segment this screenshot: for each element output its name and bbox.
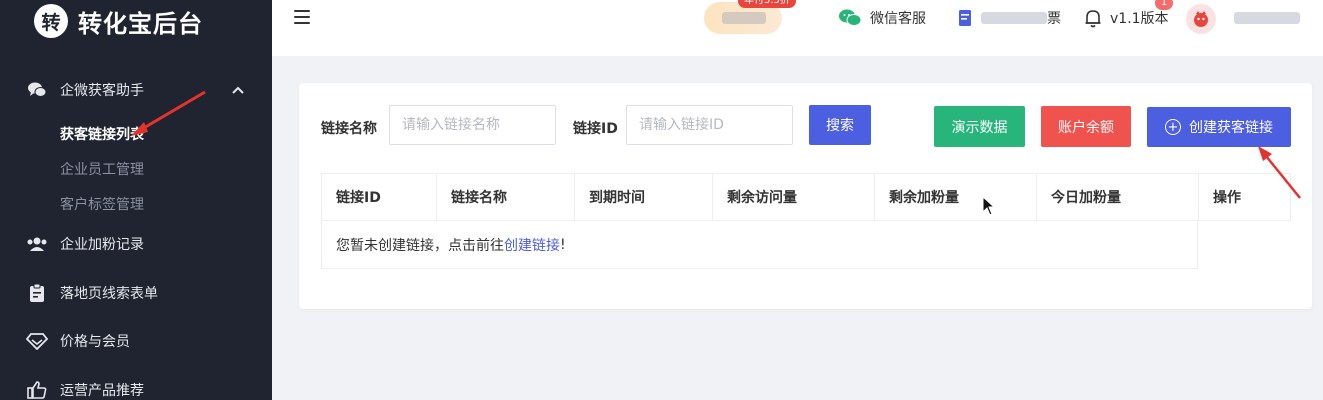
sidebar-item-tag-management[interactable]: 客户标签管理 — [60, 194, 144, 214]
users-icon — [26, 233, 48, 255]
table-header: 链接ID 链接名称 到期时间 剩余访问量 剩余加粉量 今日加粉量 操作 — [321, 173, 1291, 221]
wechat-icon — [838, 8, 862, 28]
wechat-service-link[interactable]: 微信客服 — [838, 8, 926, 28]
empty-message-suffix: ! — [560, 236, 566, 253]
create-link-button[interactable]: + 创建获客链接 — [1147, 107, 1291, 147]
sidebar-group-pricing[interactable]: 价格与会员 — [0, 323, 272, 359]
chevron-up-icon[interactable] — [232, 82, 244, 98]
version-link[interactable]: v1.1版本 — [1084, 8, 1169, 28]
sidebar-group-wecom-acquisition[interactable]: 企微获客助手 — [0, 72, 272, 108]
sidebar-item-staff-management[interactable]: 企业员工管理 — [60, 159, 144, 179]
blurred-invoice-text — [981, 12, 1047, 24]
version-label: v1.1版本 — [1110, 11, 1169, 27]
links-table: 链接ID 链接名称 到期时间 剩余访问量 剩余加粉量 今日加粉量 操作 您暂未创… — [321, 173, 1291, 269]
promo-badge: 年付5.5折 — [738, 0, 796, 8]
bell-icon — [1084, 8, 1102, 28]
link-id-label: 链接ID — [573, 121, 618, 137]
column-header: 链接ID — [322, 174, 437, 220]
create-link-shortcut[interactable]: 创建链接 — [504, 235, 560, 255]
empty-message: 您暂未创建链接，点击前往 — [336, 237, 504, 254]
links-card: 链接名称 链接ID 搜索 演示数据 账户余额 + 创建获客链接 链接ID 链接名… — [299, 83, 1312, 309]
create-link-label: 创建获客链接 — [1189, 120, 1273, 136]
brand-name: 转化宝后台 — [78, 9, 203, 38]
avatar[interactable] — [1186, 4, 1216, 34]
blurred-promo-text — [722, 12, 766, 24]
invoice-label-tail: 票 — [1047, 11, 1061, 27]
link-id-input[interactable] — [626, 105, 793, 145]
column-header: 操作 — [1213, 190, 1241, 206]
invoice-link[interactable]: 票 — [957, 8, 1061, 28]
mouse-cursor-icon — [982, 196, 996, 216]
column-header: 到期时间 — [575, 174, 713, 220]
brand-logo: 转 — [34, 4, 68, 38]
sidebar-group-label: 落地页线索表单 — [60, 286, 158, 302]
sidebar-group-label: 企微获客助手 — [60, 83, 144, 99]
link-name-input[interactable] — [389, 105, 556, 145]
sidebar-group-recommend[interactable]: 运营产品推荐 — [0, 372, 272, 400]
menu-toggle-icon[interactable] — [294, 10, 310, 24]
blurred-username — [1234, 12, 1300, 24]
demo-data-button[interactable]: 演示数据 — [934, 106, 1025, 147]
table-empty-row: 您暂未创建链接，点击前往 创建链接 ! — [321, 221, 1198, 269]
sidebar-group-label: 运营产品推荐 — [60, 383, 144, 399]
column-header: 链接名称 — [437, 174, 575, 220]
search-button[interactable]: 搜索 — [809, 105, 871, 145]
column-header: 剩余访问量 — [713, 174, 875, 220]
sidebar-group-follower-records[interactable]: 企业加粉记录 — [0, 226, 272, 262]
diamond-icon — [26, 330, 48, 352]
notification-badge: 1 — [1155, 0, 1173, 10]
account-balance-button[interactable]: 账户余额 — [1041, 106, 1131, 147]
chat-bubbles-icon — [26, 79, 48, 101]
invoice-icon — [957, 8, 973, 28]
topbar: 年付5.5折 微信客服 票 v1.1版本 1 — [272, 0, 1323, 56]
column-header: 今日加粉量 — [1037, 174, 1199, 220]
sidebar: 转 转化宝后台 企微获客助手 获客链接列表 企业员工管理 客户标签管理 企业加粉… — [0, 0, 272, 400]
sidebar-group-label: 企业加粉记录 — [60, 237, 144, 253]
sidebar-group-landing-forms[interactable]: 落地页线索表单 — [0, 275, 272, 311]
thumbs-up-icon — [26, 379, 48, 400]
plus-circle-icon: + — [1165, 119, 1181, 135]
sidebar-group-label: 价格与会员 — [60, 334, 130, 350]
link-name-label: 链接名称 — [321, 121, 377, 137]
clipboard-icon — [26, 282, 48, 304]
brand[interactable]: 转 转化宝后台 — [0, 0, 272, 42]
column-header: 剩余加粉量 — [875, 174, 1037, 220]
wechat-service-label: 微信客服 — [870, 11, 926, 27]
sidebar-item-acquisition-links[interactable]: 获客链接列表 — [60, 124, 144, 144]
